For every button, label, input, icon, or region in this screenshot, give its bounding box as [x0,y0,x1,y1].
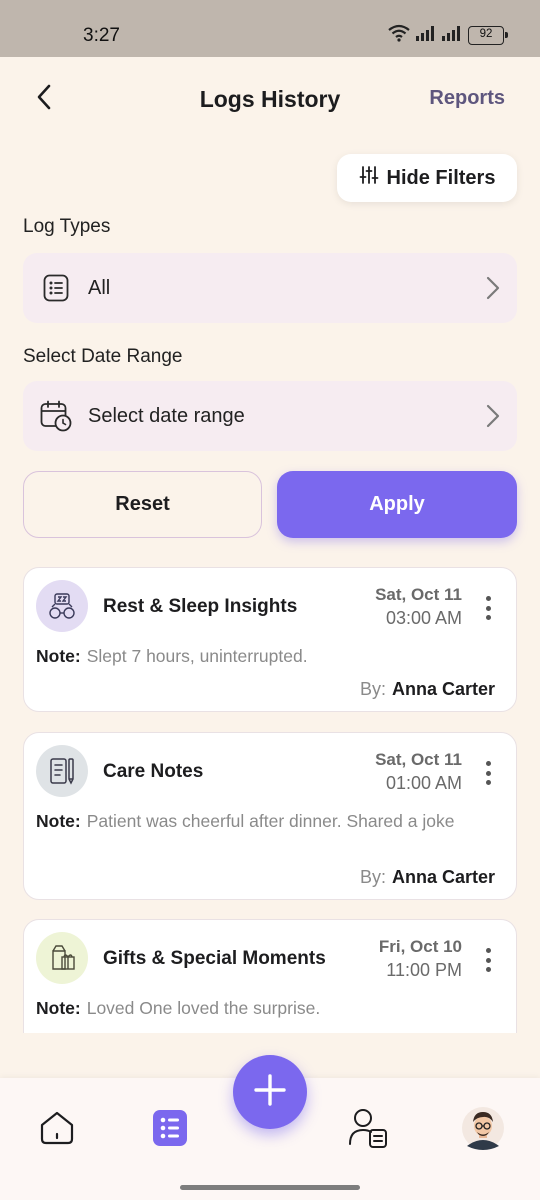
author-name: Anna Carter [391,867,495,887]
sleep-icon [36,580,88,632]
reports-link[interactable]: Reports [429,87,505,110]
gift-icon [36,932,88,984]
status-time: 3:27 [83,25,120,46]
reset-button[interactable]: Reset [23,471,262,538]
log-note: Note: Slept 7 hours, uninterrupted. [36,645,486,667]
more-options-button[interactable] [482,761,494,785]
sliders-icon [359,165,379,191]
log-list[interactable]: Rest & Sleep Insights Sat, Oct 11 03:00 … [0,555,540,1033]
status-bar: 3:27 92 [0,0,540,57]
log-time: 03:00 AM [385,608,462,628]
note-label: Note: [36,811,81,831]
chevron-right-icon [486,276,500,306]
nav-caregiver[interactable] [346,1108,390,1152]
note-text: Patient was cheerful after dinner. Share… [86,811,455,831]
log-title: Rest & Sleep Insights [103,596,298,617]
add-log-button[interactable] [233,1055,307,1129]
log-date: Sat, Oct 11 [375,585,462,604]
logs-icon [152,1109,188,1152]
log-types-label: Log Types [23,216,111,237]
more-options-button[interactable] [482,596,494,620]
hide-filters-label: Hide Filters [386,166,496,189]
log-note: Note: Loved One loved the surprise. [36,997,486,1019]
wifi-icon [388,24,410,47]
date-range-label: Select Date Range [23,346,183,367]
notes-icon [36,745,88,797]
note-text: Loved One loved the surprise. [86,998,321,1018]
log-author: By: Anna Carter [360,867,495,888]
note-label: Note: [36,646,81,666]
more-options-button[interactable] [482,948,494,972]
log-title: Gifts & Special Moments [103,948,326,969]
by-label: By: [359,867,386,887]
home-indicator [180,1185,360,1190]
app-header: Logs History Reports [0,57,540,143]
list-icon [40,272,72,304]
caregiver-icon [346,1106,390,1155]
log-note: Note: Patient was cheerful after dinner. … [36,810,486,832]
hide-filters-button[interactable]: Hide Filters [337,154,517,202]
log-time: 11:00 PM [386,960,462,980]
log-date: Fri, Oct 10 [378,937,462,956]
signal-icon-2 [442,25,462,46]
apply-button[interactable]: Apply [277,471,517,538]
date-range-select[interactable]: Select date range [23,381,517,451]
log-types-select[interactable]: All [23,253,517,323]
log-card[interactable]: Gifts & Special Moments Fri, Oct 10 11:0… [23,919,517,1033]
nav-profile[interactable] [461,1106,505,1155]
by-label: By: [359,679,386,699]
note-text: Slept 7 hours, uninterrupted. [86,646,308,666]
calendar-clock-icon [40,400,72,432]
log-author: By: Anna Carter [360,679,495,700]
log-time: 01:00 AM [385,773,462,793]
nav-home[interactable] [35,1108,79,1152]
log-card[interactable]: Care Notes Sat, Oct 11 01:00 AM Note: Pat… [23,732,517,900]
log-date: Sat, Oct 11 [375,750,462,769]
battery-indicator: 92 [468,26,508,45]
signal-icon [416,25,436,46]
log-types-value: All [88,276,111,299]
status-icons: 92 [388,24,508,47]
date-range-placeholder: Select date range [88,404,245,427]
log-title: Care Notes [103,761,204,782]
chevron-right-icon [486,404,500,434]
home-icon [38,1109,76,1152]
nav-logs[interactable] [148,1108,192,1152]
author-name: Anna Carter [391,679,495,699]
profile-avatar [461,1106,505,1155]
note-label: Note: [36,998,81,1018]
log-card[interactable]: Rest & Sleep Insights Sat, Oct 11 03:00 … [23,567,517,712]
plus-icon [253,1073,287,1112]
